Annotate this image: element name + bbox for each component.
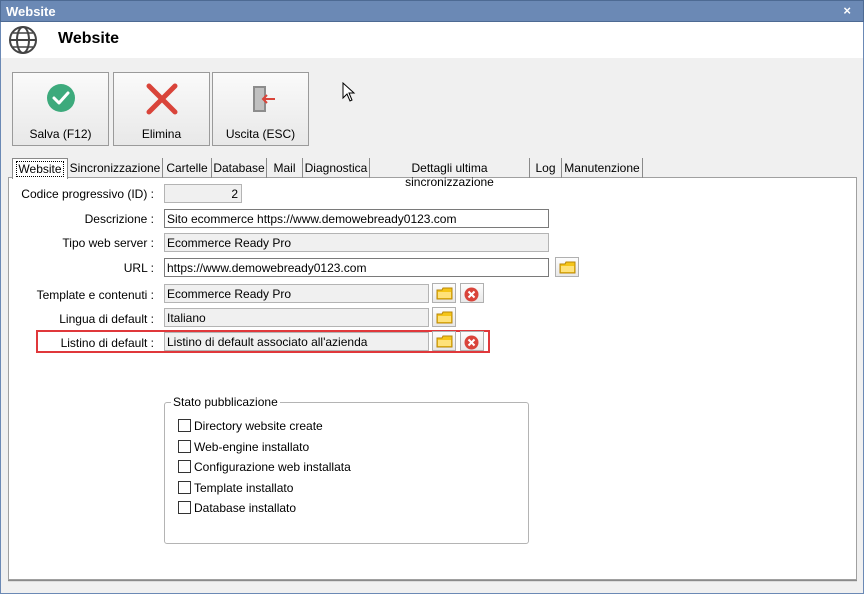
checkbox-box[interactable] bbox=[178, 419, 191, 432]
checkbox-label: Configurazione web installata bbox=[194, 460, 351, 474]
server-type-field: Ecommerce Ready Pro bbox=[164, 233, 549, 252]
save-button[interactable]: Salva (F12) bbox=[12, 72, 109, 146]
tab-diagnostica[interactable]: Diagnostica bbox=[303, 158, 370, 178]
delete-button-label: Elimina bbox=[141, 127, 182, 141]
mouse-cursor-icon bbox=[342, 81, 356, 105]
tab-mail-label: Mail bbox=[273, 161, 296, 175]
id-label: Codice progressivo (ID) : bbox=[21, 187, 154, 201]
exit-button[interactable]: Uscita (ESC) bbox=[212, 72, 309, 146]
id-field: 2 bbox=[164, 184, 242, 203]
window-titlebar: Website × bbox=[0, 0, 864, 22]
description-field[interactable]: Sito ecommerce https://www.demowebready0… bbox=[164, 209, 549, 228]
tab-manutenzione[interactable]: Manutenzione bbox=[562, 158, 643, 178]
tab-log[interactable]: Log bbox=[530, 158, 562, 178]
url-label: URL : bbox=[123, 261, 154, 275]
page-title: Website bbox=[58, 30, 120, 47]
checkbox-box[interactable] bbox=[178, 481, 191, 494]
pricelist-field: Listino di default associato all'azienda bbox=[164, 332, 429, 351]
language-browse-button[interactable] bbox=[432, 307, 456, 327]
checkbox-box[interactable] bbox=[178, 501, 191, 514]
tab-manutenzione-label: Manutenzione bbox=[564, 161, 640, 175]
close-icon[interactable]: × bbox=[843, 3, 851, 18]
template-clear-button[interactable] bbox=[460, 283, 484, 303]
tab-dettagli-label: Dettagli ultima sincronizzazione bbox=[405, 161, 494, 189]
tab-dettagli-sincronizzazione[interactable]: Dettagli ultima sincronizzazione bbox=[370, 158, 530, 189]
checkbox-label: Database installato bbox=[194, 501, 297, 515]
globe-icon bbox=[7, 24, 39, 59]
tab-website-label: Website bbox=[16, 161, 64, 177]
publication-status-title: Stato pubblicazione bbox=[171, 395, 280, 409]
form-header: Website bbox=[0, 22, 864, 58]
checkbox-database[interactable]: Database installato bbox=[178, 501, 296, 515]
template-label: Template e contenuti : bbox=[36, 288, 154, 302]
clear-circle-icon bbox=[464, 287, 479, 302]
tab-cartelle-label: Cartelle bbox=[166, 161, 208, 175]
checkbox-web-engine[interactable]: Web-engine installato bbox=[178, 440, 309, 454]
tab-diagnostica-label: Diagnostica bbox=[304, 161, 368, 175]
tab-cartelle[interactable]: Cartelle bbox=[163, 158, 212, 178]
publication-status-group: Stato pubblicazione Directory website cr… bbox=[164, 395, 529, 544]
bottom-separator bbox=[8, 580, 857, 582]
exit-door-icon bbox=[213, 83, 308, 118]
url-browse-button[interactable] bbox=[555, 257, 579, 277]
tab-database-label: Database bbox=[213, 161, 265, 175]
checkbox-box[interactable] bbox=[178, 440, 191, 453]
tab-database[interactable]: Database bbox=[212, 158, 267, 178]
server-type-label: Tipo web server : bbox=[62, 236, 154, 250]
checkbox-web-config[interactable]: Configurazione web installata bbox=[178, 460, 351, 474]
template-browse-button[interactable] bbox=[432, 283, 456, 303]
language-field: Italiano bbox=[164, 308, 429, 327]
folder-icon bbox=[436, 335, 453, 348]
exit-button-label: Uscita (ESC) bbox=[225, 127, 296, 141]
pricelist-browse-button[interactable] bbox=[432, 331, 456, 351]
checkbox-template[interactable]: Template installato bbox=[178, 481, 293, 495]
pricelist-label: Listino di default : bbox=[60, 336, 154, 350]
tab-log-label: Log bbox=[535, 161, 556, 175]
delete-x-icon bbox=[114, 83, 209, 118]
tab-sincronizzazione[interactable]: Sincronizzazione bbox=[68, 158, 163, 178]
tab-mail[interactable]: Mail bbox=[267, 158, 303, 178]
folder-icon bbox=[436, 311, 453, 324]
delete-button[interactable]: Elimina bbox=[113, 72, 210, 146]
save-button-label: Salva (F12) bbox=[29, 127, 92, 141]
url-field[interactable]: https://www.demowebready0123.com bbox=[164, 258, 549, 277]
window-title: Website bbox=[6, 4, 56, 19]
checkbox-box[interactable] bbox=[178, 460, 191, 473]
checkbox-directory-created[interactable]: Directory website create bbox=[178, 419, 323, 433]
clear-circle-icon bbox=[464, 335, 479, 350]
checkbox-label: Directory website create bbox=[194, 419, 323, 433]
checkbox-label: Template installato bbox=[194, 481, 294, 495]
checkmark-icon bbox=[13, 83, 108, 116]
folder-icon bbox=[559, 261, 576, 274]
pricelist-clear-button[interactable] bbox=[460, 331, 484, 351]
tab-website[interactable]: Website bbox=[12, 158, 68, 179]
language-label: Lingua di default : bbox=[59, 312, 154, 326]
folder-icon bbox=[436, 287, 453, 300]
checkbox-label: Web-engine installato bbox=[194, 440, 310, 454]
description-label: Descrizione : bbox=[84, 212, 154, 226]
template-field: Ecommerce Ready Pro bbox=[164, 284, 429, 303]
tab-sincronizzazione-label: Sincronizzazione bbox=[69, 161, 161, 175]
